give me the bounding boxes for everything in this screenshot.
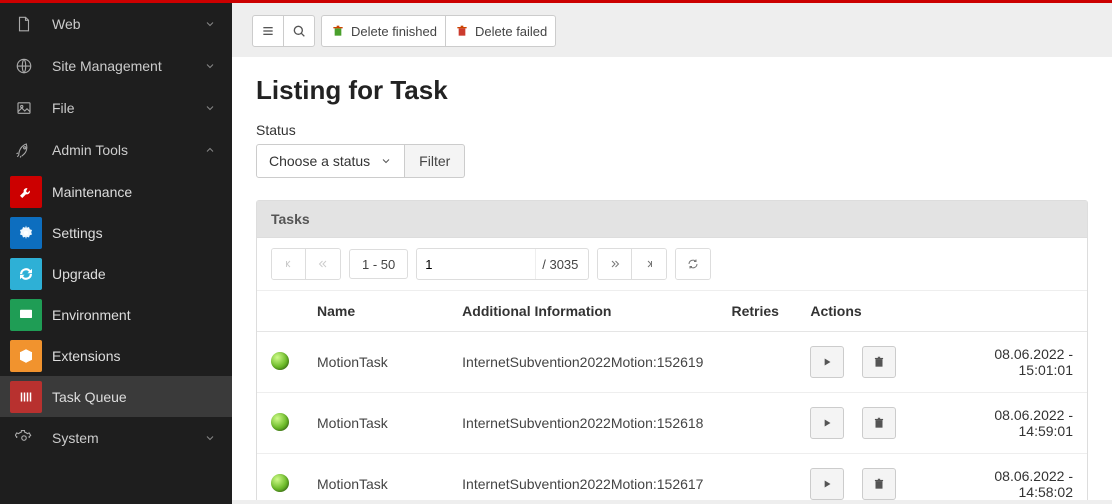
page-total: / 3035: [535, 249, 588, 279]
filter-button[interactable]: Filter: [405, 144, 465, 178]
status-success-icon: [271, 474, 289, 492]
chevron-up-icon: [202, 142, 218, 158]
monitor-icon: [10, 299, 42, 331]
cell-date: 08.06.2022 - 14:58:02: [934, 454, 1087, 501]
status-success-icon: [271, 352, 289, 370]
sidebar-label: Web: [52, 16, 202, 32]
sidebar-label: Environment: [52, 307, 232, 323]
filter-label: Status: [256, 122, 1088, 138]
cell-name: MotionTask: [303, 332, 448, 393]
page-first-button[interactable]: [272, 249, 306, 279]
tasks-panel: Tasks 1 - 50 / 3035: [256, 200, 1088, 500]
status-select[interactable]: Choose a status: [256, 144, 405, 178]
delete-button[interactable]: [862, 407, 896, 439]
select-placeholder: Choose a status: [269, 153, 370, 169]
sidebar-item-environment[interactable]: Environment: [0, 294, 232, 335]
cell-name: MotionTask: [303, 393, 448, 454]
globe-icon: [14, 56, 34, 76]
delete-button[interactable]: [862, 346, 896, 378]
toolbar: Delete finished Delete failed: [232, 3, 1112, 57]
cell-retries: [717, 454, 796, 501]
cell-retries: [717, 393, 796, 454]
sidebar-item-maintenance[interactable]: Maintenance: [0, 171, 232, 212]
sidebar-item-admin-tools[interactable]: Admin Tools: [0, 129, 232, 171]
status-success-icon: [271, 413, 289, 431]
sidebar-item-web[interactable]: Web: [0, 3, 232, 45]
page-refresh-button[interactable]: [676, 249, 710, 279]
sidebar-item-system[interactable]: System: [0, 417, 232, 459]
sidebar-label: Admin Tools: [52, 142, 202, 158]
list-view-button[interactable]: [252, 15, 284, 47]
sidebar-item-upgrade[interactable]: Upgrade: [0, 253, 232, 294]
cell-date: 08.06.2022 - 14:59:01: [934, 393, 1087, 454]
chevron-down-icon: [202, 16, 218, 32]
panel-title: Tasks: [257, 201, 1087, 238]
delete-button[interactable]: [862, 468, 896, 500]
cell-name: MotionTask: [303, 454, 448, 501]
wrench-icon: [10, 176, 42, 208]
tasks-table: Name Additional Information Retries Acti…: [257, 291, 1087, 500]
main: Delete finished Delete failed Listing fo…: [232, 0, 1112, 504]
col-retries: Retries: [717, 291, 796, 332]
image-icon: [14, 98, 34, 118]
col-info: Additional Information: [448, 291, 717, 332]
cell-retries: [717, 332, 796, 393]
page-prev-button[interactable]: [306, 249, 340, 279]
search-button[interactable]: [283, 15, 315, 47]
paging-toolbar: 1 - 50 / 3035: [257, 238, 1087, 291]
sidebar-item-settings[interactable]: Settings: [0, 212, 232, 253]
cell-info: InternetSubvention2022Motion:152619: [448, 332, 717, 393]
cell-info: InternetSubvention2022Motion:152618: [448, 393, 717, 454]
sidebar-label: Upgrade: [52, 266, 232, 282]
chevron-down-icon: [380, 155, 392, 167]
chevron-down-icon: [202, 100, 218, 116]
box-icon: [10, 340, 42, 372]
chevron-down-icon: [202, 430, 218, 446]
table-row: MotionTaskInternetSubvention2022Motion:1…: [257, 393, 1087, 454]
page-next-button[interactable]: [598, 249, 632, 279]
sidebar: Web Site Management File Admin Tools Mai…: [0, 0, 232, 504]
run-button[interactable]: [810, 468, 844, 500]
sidebar-item-site-management[interactable]: Site Management: [0, 45, 232, 87]
cell-info: InternetSubvention2022Motion:152617: [448, 454, 717, 501]
table-row: MotionTaskInternetSubvention2022Motion:1…: [257, 454, 1087, 501]
sidebar-item-extensions[interactable]: Extensions: [0, 335, 232, 376]
sidebar-label: File: [52, 100, 202, 116]
sidebar-item-file[interactable]: File: [0, 87, 232, 129]
gear-icon: [10, 217, 42, 249]
sidebar-label: Extensions: [52, 348, 232, 364]
delete-failed-button[interactable]: Delete failed: [445, 15, 556, 47]
run-button[interactable]: [810, 407, 844, 439]
cell-date: 08.06.2022 - 15:01:01: [934, 332, 1087, 393]
sidebar-label: Task Queue: [52, 389, 232, 405]
sidebar-label: System: [52, 430, 202, 446]
refresh-icon: [10, 258, 42, 290]
gear-outline-icon: [14, 428, 34, 448]
sidebar-label: Maintenance: [52, 184, 232, 200]
col-actions: Actions: [796, 291, 934, 332]
chevron-down-icon: [202, 58, 218, 74]
content: Listing for Task Status Choose a status …: [232, 57, 1112, 500]
delete-finished-button[interactable]: Delete finished: [321, 15, 446, 47]
rocket-icon: [14, 140, 34, 160]
page-range: 1 - 50: [349, 249, 408, 279]
page-last-button[interactable]: [632, 249, 666, 279]
button-label: Delete failed: [475, 24, 547, 39]
trash-green-icon: [330, 23, 346, 39]
col-name: Name: [303, 291, 448, 332]
sidebar-item-task-queue[interactable]: Task Queue: [0, 376, 232, 417]
page-input[interactable]: [417, 250, 535, 278]
button-label: Delete finished: [351, 24, 437, 39]
file-icon: [14, 14, 34, 34]
run-button[interactable]: [810, 346, 844, 378]
sidebar-label: Settings: [52, 225, 232, 241]
trash-red-icon: [454, 23, 470, 39]
bars-icon: [10, 381, 42, 413]
sidebar-label: Site Management: [52, 58, 202, 74]
page-title: Listing for Task: [256, 75, 1088, 106]
table-row: MotionTaskInternetSubvention2022Motion:1…: [257, 332, 1087, 393]
